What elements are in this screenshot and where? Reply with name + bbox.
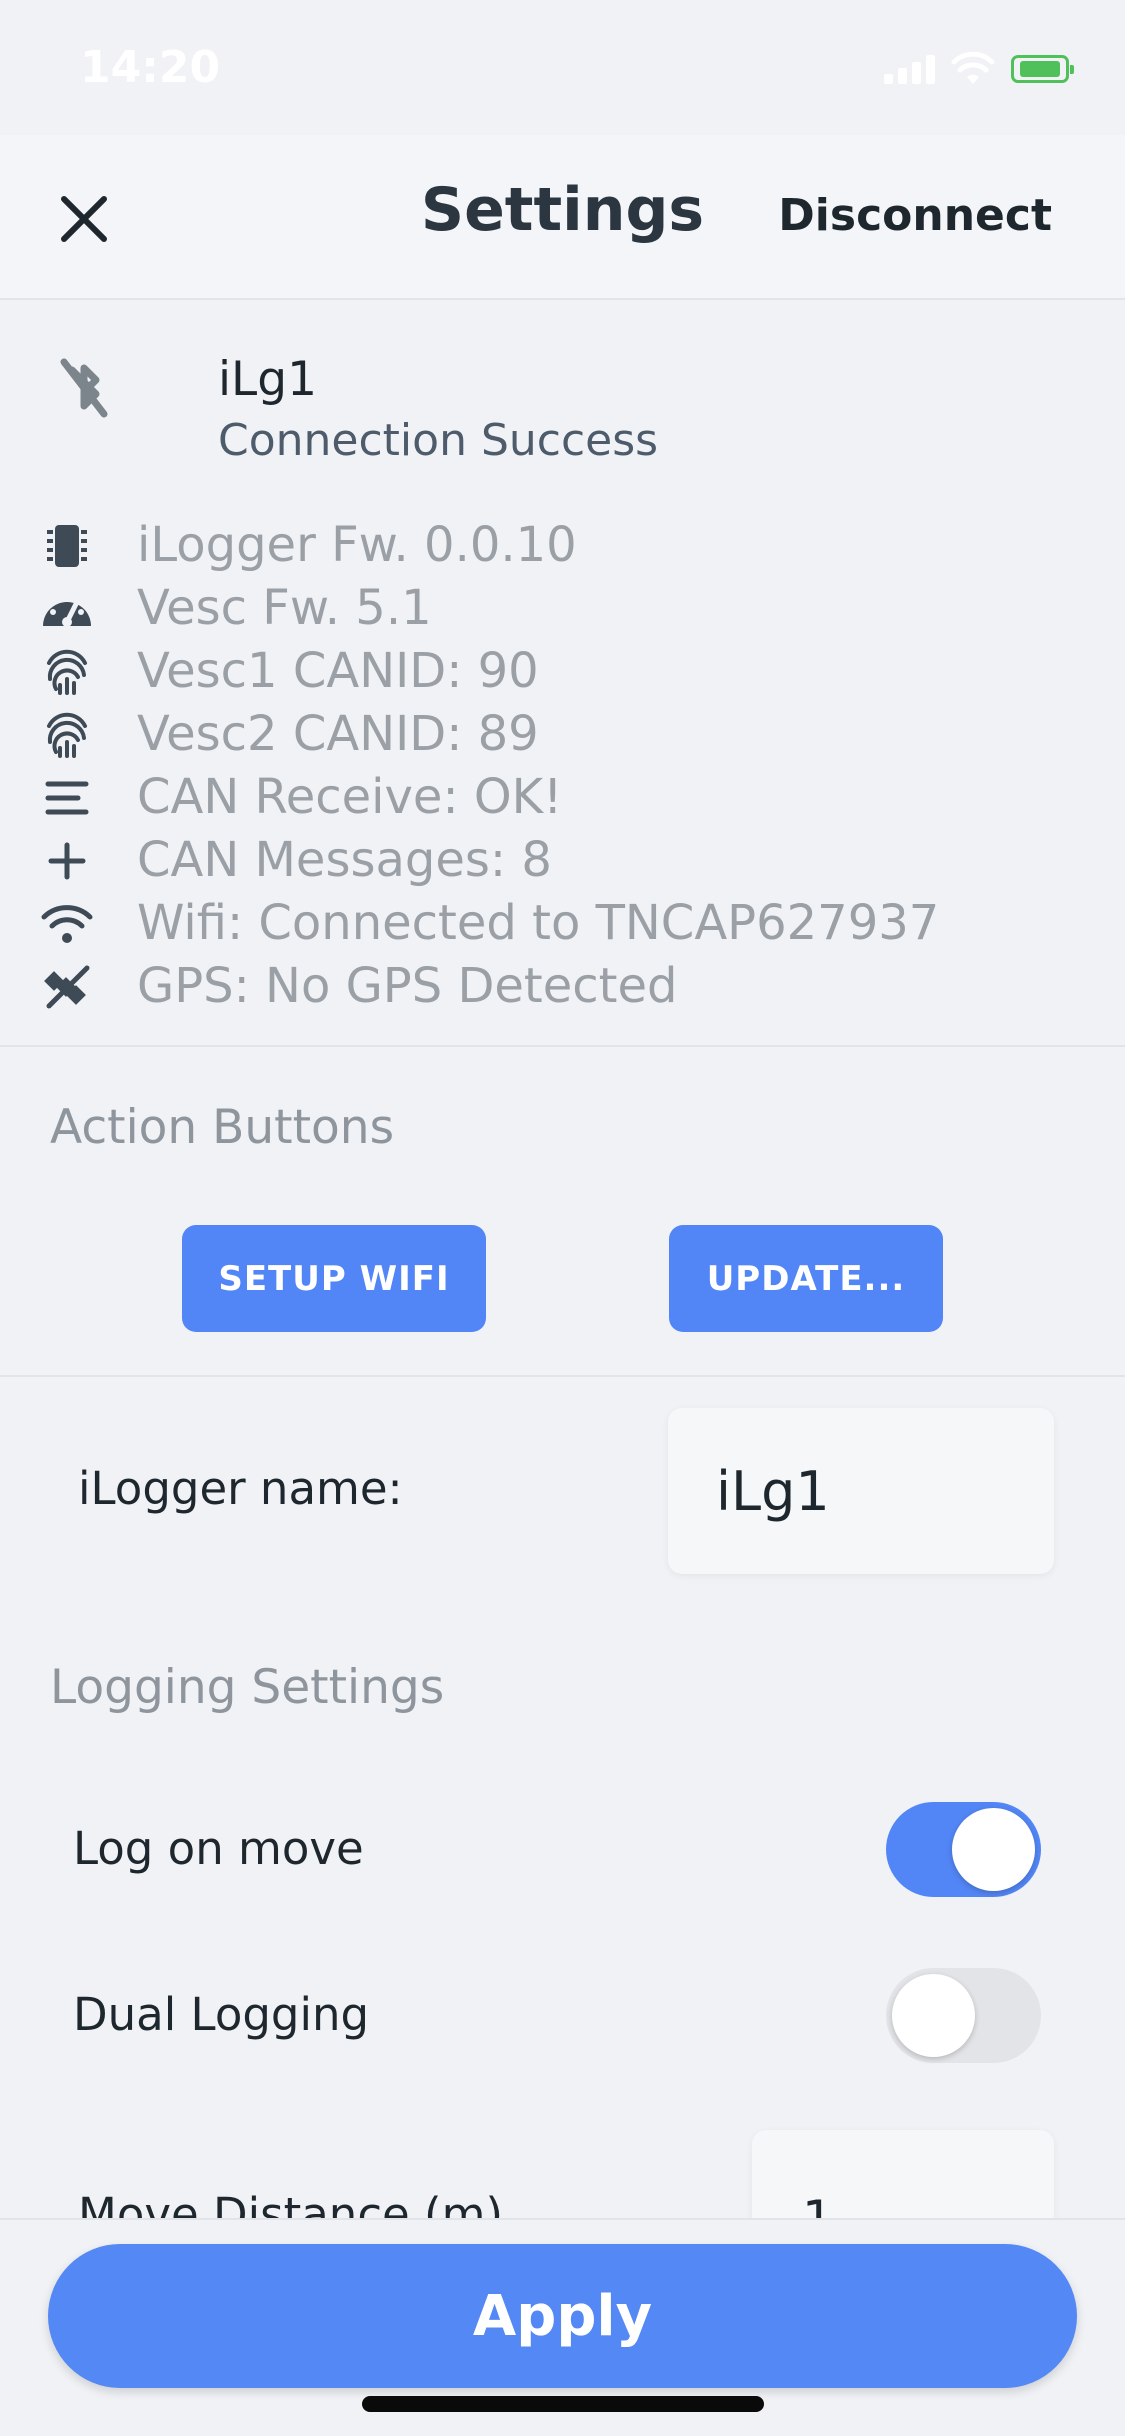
info-row-wifi: Wifi: Connected to TNCAP627937 xyxy=(0,893,1125,956)
battery-icon xyxy=(1011,55,1074,83)
dual-logging-label: Dual Logging xyxy=(73,1988,370,2041)
info-text: GPS: No GPS Detected xyxy=(137,958,678,1014)
apply-button[interactable]: Apply xyxy=(48,2244,1077,2388)
disconnect-button[interactable]: Disconnect xyxy=(778,190,1052,241)
toggle-knob xyxy=(892,1974,975,2057)
satellite-off-icon xyxy=(40,964,94,1010)
divider xyxy=(0,1045,1125,1047)
lines-icon xyxy=(40,775,94,821)
info-row-vesc1-canid: Vesc1 CANID: 90 xyxy=(0,641,1125,704)
setup-wifi-button[interactable]: SETUP WIFI xyxy=(182,1225,486,1332)
info-row-can-receive: CAN Receive: OK! xyxy=(0,767,1125,830)
navigation-bar: Settings Disconnect xyxy=(0,135,1125,300)
status-icons xyxy=(884,52,1074,86)
info-row-gps: GPS: No GPS Detected xyxy=(0,956,1125,1019)
info-text: Vesc2 CANID: 89 xyxy=(137,706,539,762)
dual-logging-toggle[interactable] xyxy=(886,1968,1041,2063)
update-button[interactable]: UPDATE... xyxy=(669,1225,943,1332)
home-indicator xyxy=(362,2396,764,2412)
connection-status: Connection Success xyxy=(218,415,659,466)
divider xyxy=(0,1375,1125,1377)
fingerprint-icon xyxy=(40,712,94,758)
info-text: CAN Receive: OK! xyxy=(137,769,563,825)
chip-icon xyxy=(40,523,94,569)
info-text: CAN Messages: 8 xyxy=(137,832,552,888)
info-text: Vesc Fw. 5.1 xyxy=(137,580,432,636)
log-on-move-toggle[interactable] xyxy=(886,1802,1041,1897)
bluetooth-disabled-icon xyxy=(60,358,108,418)
fingerprint-icon xyxy=(40,649,94,695)
status-bar: 14:20 xyxy=(0,0,1125,135)
info-row-vesc-firmware: Vesc Fw. 5.1 xyxy=(0,578,1125,641)
info-text: Wifi: Connected to TNCAP627937 xyxy=(137,895,940,951)
info-row-vesc2-canid: Vesc2 CANID: 89 xyxy=(0,704,1125,767)
speedometer-icon xyxy=(40,586,94,632)
info-row-firmware: iLogger Fw. 0.0.10 xyxy=(0,515,1125,578)
status-time: 14:20 xyxy=(80,42,221,93)
log-on-move-label: Log on move xyxy=(73,1822,364,1875)
plus-icon xyxy=(40,838,94,884)
section-title-logging: Logging Settings xyxy=(50,1660,445,1715)
section-title-actions: Action Buttons xyxy=(50,1100,395,1155)
info-text: iLogger Fw. 0.0.10 xyxy=(137,517,577,573)
wifi-icon xyxy=(40,901,94,947)
device-row: iLg1 Connection Success xyxy=(0,340,1125,480)
device-info-list: iLogger Fw. 0.0.10 Vesc Fw. 5.1 Vesc1 CA… xyxy=(0,515,1125,1019)
info-row-can-messages: CAN Messages: 8 xyxy=(0,830,1125,893)
toggle-knob xyxy=(952,1808,1035,1891)
signal-icon xyxy=(884,54,935,84)
ilogger-name-label: iLogger name: xyxy=(78,1462,403,1515)
ilogger-name-input[interactable]: iLg1 xyxy=(668,1408,1054,1574)
wifi-icon xyxy=(951,52,995,84)
device-name: iLg1 xyxy=(218,352,317,407)
info-text: Vesc1 CANID: 90 xyxy=(137,643,539,699)
